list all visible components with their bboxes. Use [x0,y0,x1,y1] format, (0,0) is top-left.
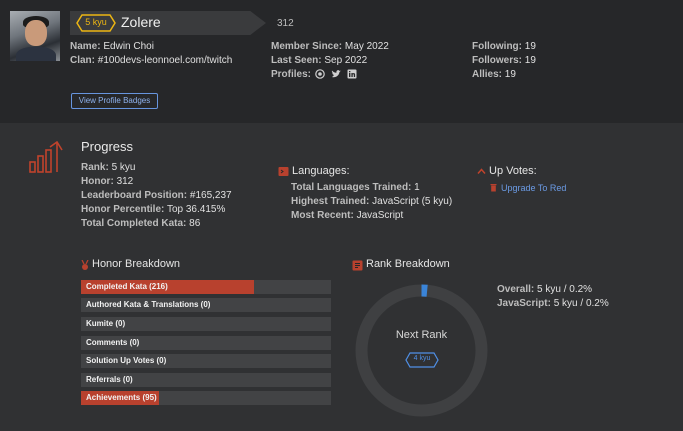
avatar[interactable] [10,11,60,61]
rank-breakdown-title: Rank Breakdown [366,258,450,270]
highest-trained-row: Highest Trained: JavaScript (5 kyu) [291,196,453,207]
languages-title: Languages: [292,165,350,177]
progress-chart-icon [29,141,63,173]
most-recent-row: Most Recent: JavaScript [291,210,404,221]
medal-icon [81,260,89,270]
honor-bar-solution-up-votes: Solution Up Votes (0) [81,354,331,368]
honor-row: Honor: 312 [81,176,134,187]
completed-kata-row: Total Completed Kata: 86 [81,218,201,229]
view-profile-badges-button[interactable]: View Profile Badges [71,93,158,109]
profiles-row: Profiles: [271,69,312,80]
last-seen-row: Last Seen: Sep 2022 [271,55,368,66]
next-rank-badge: 4 kyu [405,352,439,368]
honor-bar-completed-kata: Completed Kata (216) [81,280,331,294]
honor-bar-authored-kata: Authored Kata & Translations (0) [81,298,331,312]
leaderboard-row: Leaderboard Position: #165,237 [81,190,232,201]
honor-bar-achievements: Achievements (95) [81,391,331,405]
linkedin-icon[interactable] [347,69,357,79]
allies-row[interactable]: Allies: 19 [472,68,516,82]
progress-title: Progress [81,139,134,154]
clan-row: Clan: #100devs-leonnoel.com/twitch [70,55,233,66]
following-row[interactable]: Following: 19 [472,40,536,54]
upgrade-to-red-link[interactable]: Upgrade To Red [501,183,566,193]
overall-rank-row: Overall: 5 kyu / 0.2% [497,284,593,295]
rank-breakdown-icon [352,260,363,271]
up-votes-title: Up Votes: [489,165,537,177]
username: Zolere [121,14,161,30]
rank-progress-ring [355,284,488,417]
member-since-row: Member Since: May 2022 [271,41,389,52]
honor-count: 312 [277,18,294,29]
github-icon[interactable] [315,69,325,79]
percentile-row: Honor Percentile: Top 36.415% [81,204,226,215]
honor-bar-kumite: Kumite (0) [81,317,331,331]
up-arrow-icon [477,168,486,174]
honor-bar-comments: Comments (0) [81,336,331,350]
name-row: Name: Edwin Choi [70,41,154,52]
languages-icon [278,167,289,176]
languages-trained-row: Total Languages Trained: 1 [291,182,420,193]
honor-breakdown-title: Honor Breakdown [92,258,181,270]
next-rank-label: Next Rank [395,329,448,341]
rank-row: Rank: 5 kyu [81,162,136,173]
twitter-icon[interactable] [331,69,342,79]
trash-icon [490,184,497,192]
followers-row[interactable]: Followers: 19 [472,54,536,68]
honor-bar-referrals: Referrals (0) [81,373,331,387]
javascript-rank-row: JavaScript: 5 kyu / 0.2% [497,298,609,309]
rank-badge: 5 kyu [76,14,116,32]
